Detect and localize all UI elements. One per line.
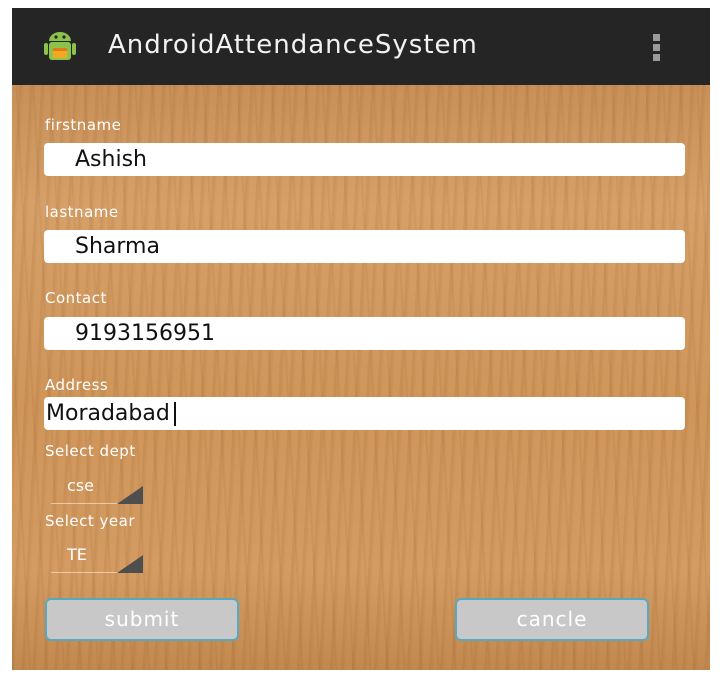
- dept-label: Select dept: [45, 442, 136, 460]
- overflow-menu-icon[interactable]: [653, 34, 663, 64]
- spinner-arrow-icon: [117, 486, 143, 504]
- contact-input[interactable]: 9193156951: [44, 317, 685, 350]
- lastname-input[interactable]: Sharma: [44, 230, 685, 263]
- year-selected: TE: [67, 545, 87, 564]
- action-bar: AndroidAttendanceSystem: [12, 8, 710, 85]
- android-robot-icon[interactable]: [42, 28, 78, 64]
- app-title: AndroidAttendanceSystem: [108, 30, 478, 60]
- address-input[interactable]: Moradabad: [44, 397, 685, 430]
- address-label: Address: [45, 376, 109, 394]
- firstname-input[interactable]: Ashish: [44, 143, 685, 176]
- firstname-label: firstname: [45, 116, 122, 134]
- year-label: Select year: [45, 512, 136, 530]
- submit-button[interactable]: submit: [45, 598, 239, 641]
- address-value: Moradabad: [46, 401, 170, 426]
- contact-label: Contact: [45, 289, 107, 307]
- dept-selected: cse: [67, 476, 94, 495]
- cancel-button[interactable]: cancle: [455, 598, 649, 641]
- lastname-label: lastname: [45, 203, 119, 221]
- text-cursor: [173, 402, 176, 426]
- spinner-arrow-icon: [117, 555, 143, 573]
- screen: AndroidAttendanceSystem firstname Ashish…: [12, 8, 710, 670]
- dept-spinner[interactable]: cse: [51, 474, 143, 504]
- year-spinner[interactable]: TE: [51, 543, 143, 573]
